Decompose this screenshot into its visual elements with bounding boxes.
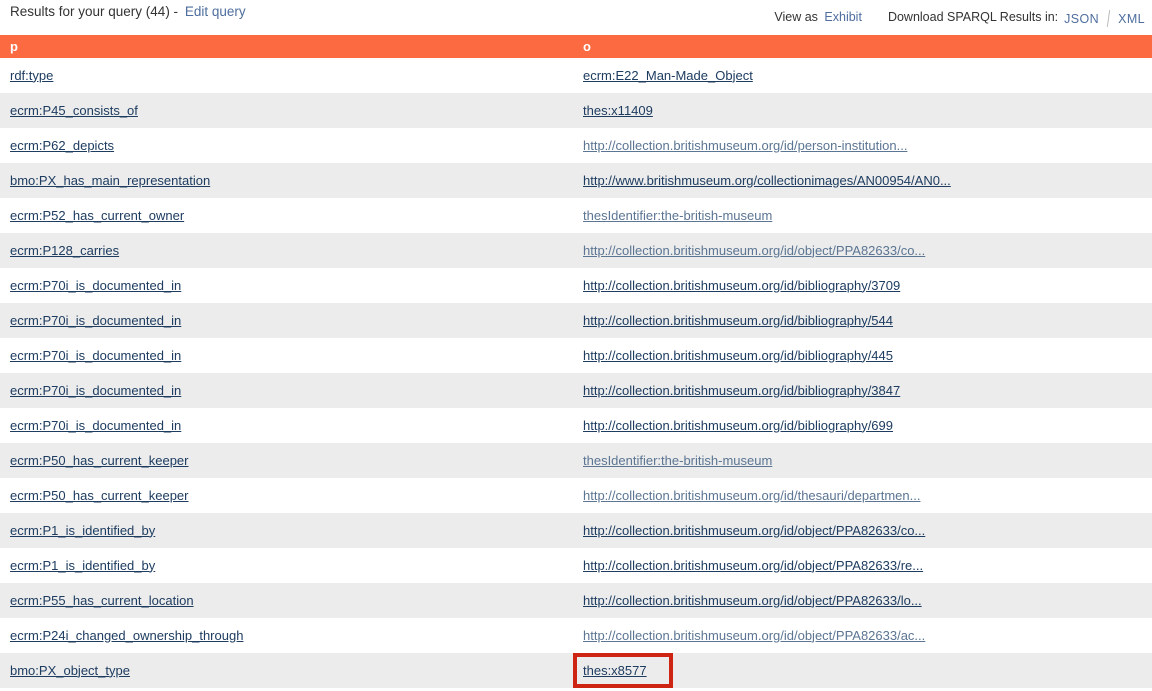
download-group: Download SPARQL Results in: JSON XML — [888, 8, 1145, 25]
table-row: ecrm:P1_is_identified_by http://collectio… — [0, 548, 1152, 583]
table-row: ecrm:P24i_changed_ownership_through http:… — [0, 618, 1152, 653]
table-row: ecrm:P70i_is_documented_in http://collect… — [0, 338, 1152, 373]
predicate-link[interactable]: ecrm:P70i_is_documented_in — [10, 383, 181, 398]
table-row: bmo:PX_object_type thes:x8577 — [0, 653, 1152, 688]
results-count-title: Results for your query (44) - — [10, 4, 178, 19]
table-row: ecrm:P1_is_identified_by http://collectio… — [0, 513, 1152, 548]
view-as-group: View as Exhibit — [774, 10, 862, 24]
table-row: ecrm:P128_carries http://collection.briti… — [0, 233, 1152, 268]
object-link[interactable]: http://www.britishmuseum.org/collectioni… — [583, 173, 951, 188]
object-link[interactable]: http://collection.britishmuseum.org/id/b… — [583, 418, 893, 433]
table-row: bmo:PX_has_main_representation http://www… — [0, 163, 1152, 198]
results-table-body: rdf:type ecrm:E22_Man-Made_Object ecrm:P45… — [0, 58, 1152, 688]
predicate-link[interactable]: ecrm:P62_depicts — [10, 138, 114, 153]
exhibit-link[interactable]: Exhibit — [824, 10, 862, 24]
download-links: JSON XML — [1064, 10, 1145, 27]
predicate-link[interactable]: ecrm:P52_has_current_owner — [10, 208, 184, 223]
download-label: Download SPARQL Results in: — [888, 10, 1058, 24]
predicate-link[interactable]: ecrm:P70i_is_documented_in — [10, 278, 181, 293]
predicate-link[interactable]: ecrm:P128_carries — [10, 243, 119, 258]
object-link[interactable]: http://collection.britishmuseum.org/id/p… — [583, 138, 907, 153]
object-link[interactable]: ecrm:E22_Man-Made_Object — [583, 68, 753, 83]
column-header-o: o — [573, 39, 1152, 54]
page-title: Results for your query (44) - Edit query — [10, 4, 246, 19]
table-row: ecrm:P45_consists_of thes:x11409 — [0, 93, 1152, 128]
object-link[interactable]: thes:x8577 — [583, 663, 647, 678]
predicate-link[interactable]: ecrm:P55_has_current_location — [10, 593, 194, 608]
predicate-link[interactable]: ecrm:P1_is_identified_by — [10, 558, 155, 573]
predicate-link[interactable]: ecrm:P50_has_current_keeper — [10, 488, 189, 503]
column-header-p: p — [0, 39, 573, 54]
predicate-link[interactable]: ecrm:P70i_is_documented_in — [10, 313, 181, 328]
predicate-link[interactable]: ecrm:P24i_changed_ownership_through — [10, 628, 243, 643]
vertical-separator — [1107, 10, 1110, 27]
view-as-label: View as — [774, 10, 818, 24]
table-header: p o — [0, 35, 1152, 58]
table-row: ecrm:P70i_is_documented_in http://collect… — [0, 408, 1152, 443]
table-row: ecrm:P52_has_current_owner thesIdentifier… — [0, 198, 1152, 233]
object-link[interactable]: http://collection.britishmuseum.org/id/b… — [583, 278, 900, 293]
object-link[interactable]: http://collection.britishmuseum.org/id/o… — [583, 593, 922, 608]
object-link[interactable]: http://collection.britishmuseum.org/id/t… — [583, 488, 920, 503]
object-link[interactable]: thesIdentifier:the-british-museum — [583, 208, 772, 223]
json-download-link[interactable]: JSON — [1064, 12, 1099, 26]
object-link[interactable]: http://collection.britishmuseum.org/id/o… — [583, 558, 923, 573]
table-row: ecrm:P70i_is_documented_in http://collect… — [0, 303, 1152, 338]
table-row: ecrm:P50_has_current_keeper http://collec… — [0, 478, 1152, 513]
table-row: ecrm:P50_has_current_keeper thesIdentifie… — [0, 443, 1152, 478]
object-link[interactable]: http://collection.britishmuseum.org/id/o… — [583, 243, 925, 258]
predicate-link[interactable]: ecrm:P70i_is_documented_in — [10, 418, 181, 433]
highlight-annotation-box: thes:x8577 — [573, 653, 673, 688]
xml-download-link[interactable]: XML — [1118, 12, 1145, 26]
object-link[interactable]: thesIdentifier:the-british-museum — [583, 453, 772, 468]
table-row: ecrm:P70i_is_documented_in http://collect… — [0, 373, 1152, 408]
results-table: p o rdf:type ecrm:E22_Man-Made_Objectecrm… — [0, 35, 1152, 688]
top-bar: Results for your query (44) - Edit query… — [0, 0, 1152, 35]
predicate-link[interactable]: bmo:PX_has_main_representation — [10, 173, 210, 188]
predicate-link[interactable]: ecrm:P70i_is_documented_in — [10, 348, 181, 363]
edit-query-link[interactable]: Edit query — [185, 4, 246, 19]
predicate-link[interactable]: bmo:PX_object_type — [10, 663, 130, 678]
predicate-link[interactable]: ecrm:P45_consists_of — [10, 103, 138, 118]
table-row: rdf:type ecrm:E22_Man-Made_Object — [0, 58, 1152, 93]
table-row: ecrm:P55_has_current_location http://coll… — [0, 583, 1152, 618]
object-link[interactable]: thes:x11409 — [583, 103, 653, 118]
table-row: ecrm:P62_depicts http://collection.britis… — [0, 128, 1152, 163]
predicate-link[interactable]: ecrm:P50_has_current_keeper — [10, 453, 189, 468]
object-link[interactable]: http://collection.britishmuseum.org/id/b… — [583, 383, 900, 398]
table-row: ecrm:P70i_is_documented_in http://collect… — [0, 268, 1152, 303]
object-link[interactable]: http://collection.britishmuseum.org/id/o… — [583, 523, 925, 538]
predicate-link[interactable]: rdf:type — [10, 68, 53, 83]
predicate-link[interactable]: ecrm:P1_is_identified_by — [10, 523, 155, 538]
object-link[interactable]: http://collection.britishmuseum.org/id/b… — [583, 348, 893, 363]
top-right-toolbar: View as Exhibit Download SPARQL Results … — [774, 8, 1145, 25]
object-link[interactable]: http://collection.britishmuseum.org/id/o… — [583, 628, 925, 643]
object-link[interactable]: http://collection.britishmuseum.org/id/b… — [583, 313, 893, 328]
